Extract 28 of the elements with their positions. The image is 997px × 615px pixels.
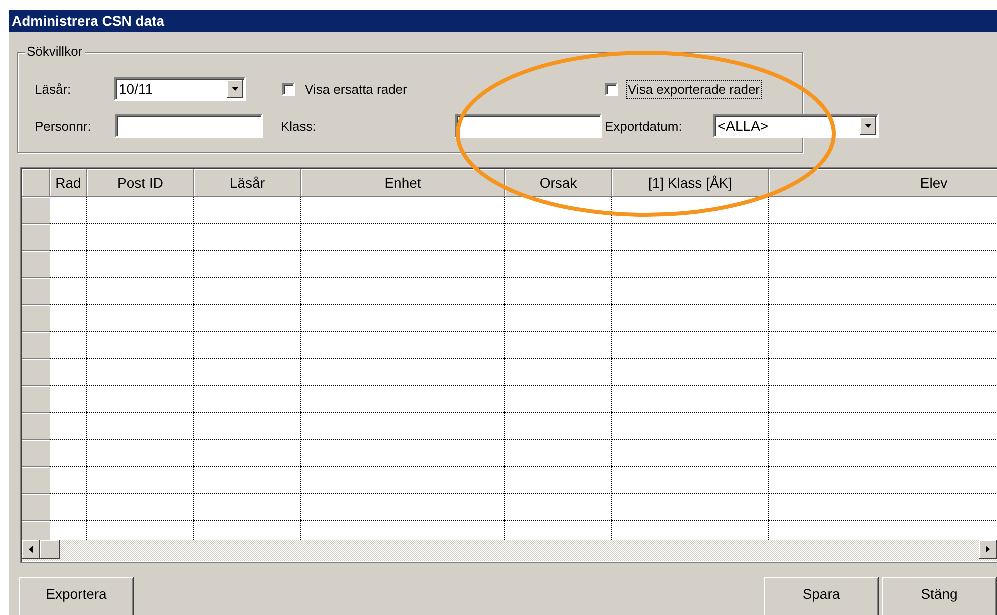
horizontal-scrollbar[interactable] [22, 540, 997, 561]
field-label: Exportdatum: [605, 118, 684, 134]
checkbox-label[interactable]: Visa ersatta rader [303, 80, 410, 98]
column-header[interactable]: Post ID [87, 169, 194, 197]
action-button[interactable]: Exportera [19, 577, 134, 615]
year-dropdown[interactable]: 10/11 [114, 77, 246, 101]
column-header[interactable]: [1] Klass [ÅK] [612, 169, 769, 197]
input-field[interactable] [455, 114, 602, 138]
checkbox[interactable] [605, 82, 618, 96]
column-header[interactable]: Läsår [194, 169, 301, 197]
field-label: Klass: [280, 118, 318, 134]
checkbox[interactable] [282, 82, 295, 96]
scroll-left-icon[interactable] [22, 540, 40, 559]
column-header[interactable]: Enhet [301, 169, 505, 197]
action-button[interactable]: Spara [764, 577, 879, 615]
column-header[interactable]: Rad [50, 169, 87, 197]
column-header[interactable]: Orsak [505, 169, 612, 197]
input-field[interactable] [115, 114, 263, 138]
date-dropdown[interactable]: <ALLA> [713, 114, 879, 138]
group-title: Sökvillkor [25, 44, 85, 59]
scroll-right-icon[interactable] [979, 540, 997, 559]
column-header[interactable]: Elev [769, 169, 997, 197]
scroll-thumb[interactable] [40, 540, 60, 559]
title-bar: Administrera CSN data [9, 10, 997, 32]
field-label: Personnr: [35, 118, 92, 134]
action-button[interactable]: Stäng [882, 577, 997, 615]
field-label: Läsår: [35, 82, 72, 96]
checkbox-label[interactable]: Visa exporterade rader [626, 80, 762, 98]
